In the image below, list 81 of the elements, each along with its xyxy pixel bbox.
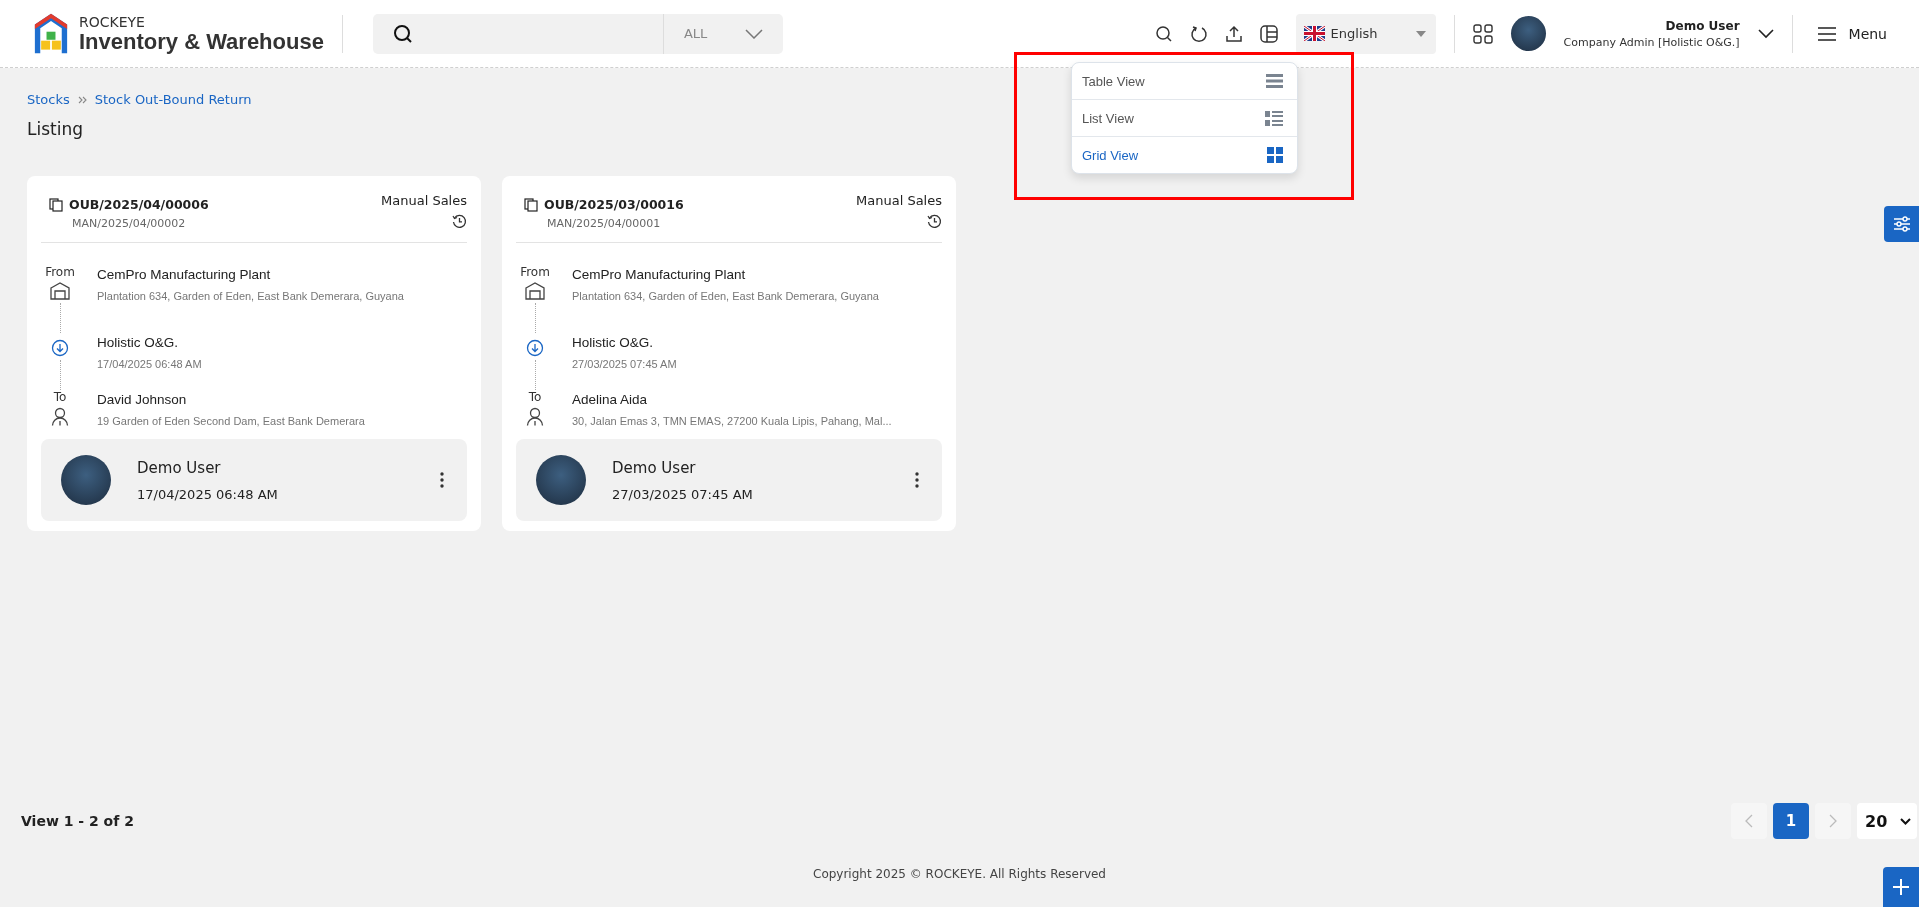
view-option[interactable]: List View	[1072, 99, 1297, 136]
origin-name: CemPro Manufacturing Plant	[572, 267, 747, 282]
chevron-left-icon	[1745, 814, 1753, 828]
copy-icon[interactable]	[49, 197, 63, 212]
layout-icon[interactable]	[1259, 24, 1278, 43]
history-icon[interactable]	[927, 214, 942, 229]
user-role: Company Admin [Holistic O&G.]	[1563, 35, 1740, 49]
recipient-name: Adelina Aida	[572, 392, 649, 407]
recipient-address: 30, Jalan Emas 3, TMN EMAS, 27200 Kuala Lipis, Pahang, Mal...	[572, 415, 892, 427]
arrow-down-circle-icon	[526, 339, 544, 357]
menu-button[interactable]: Menu	[1810, 24, 1893, 43]
user-name: Demo User	[1665, 18, 1740, 33]
copyright-text: Copyright 2025 © ROCKEYE. All Rights Reserved	[813, 867, 1106, 881]
creator-name: Demo User	[137, 458, 222, 477]
results-summary: View 1 - 2 of 2	[21, 813, 134, 829]
user-avatar	[536, 455, 586, 505]
refresh-icon[interactable]	[1189, 24, 1208, 43]
chevron-down-icon	[744, 28, 763, 39]
order-type: Manual Sales	[381, 193, 467, 208]
warehouse-icon	[525, 282, 545, 300]
order-type: Manual Sales	[856, 193, 942, 208]
created-time: 27/03/2025 07:45 AM	[612, 486, 754, 502]
page-button[interactable]: 1	[1773, 803, 1809, 839]
view-option[interactable]: Table View	[1072, 63, 1297, 99]
person-icon	[51, 407, 69, 426]
chevron-down-icon	[1900, 817, 1911, 825]
search-icon	[392, 23, 413, 44]
brand-name: ROCKEYE	[79, 13, 146, 30]
to-label: To	[53, 390, 67, 404]
caret-down-icon	[1415, 30, 1426, 37]
chevron-right-icon	[1829, 814, 1837, 828]
user-avatar	[61, 455, 111, 505]
arrow-down-circle-icon	[51, 339, 69, 357]
created-time: 17/04/2025 06:48 AM	[137, 486, 279, 502]
app-title: Inventory & Warehouse	[79, 29, 324, 54]
page-size-select[interactable]: 20	[1857, 803, 1917, 839]
creator-name: Demo User	[612, 458, 697, 477]
document-number: OUB/2025/04/00006	[69, 197, 209, 212]
person-icon	[526, 407, 544, 426]
warehouse-logo-icon	[33, 12, 69, 55]
from-label: From	[45, 265, 75, 279]
add-button[interactable]	[1883, 867, 1919, 907]
search-field[interactable]	[372, 13, 663, 54]
copy-icon[interactable]	[524, 197, 538, 212]
reference-number: MAN/2025/04/00002	[71, 217, 187, 230]
reference-number: MAN/2025/04/00001	[546, 217, 662, 230]
warehouse-icon	[50, 282, 70, 300]
timestamp: 17/04/2025 06:48 AM	[97, 358, 202, 370]
recipient-name: David Johnson	[97, 392, 188, 407]
rows-icon	[1266, 74, 1283, 88]
breadcrumb-link[interactable]: Stocks	[27, 92, 70, 107]
origin-name: CemPro Manufacturing Plant	[97, 267, 272, 282]
recipient-address: 19 Garden of Eden Second Dam, East Bank Demerara	[97, 415, 365, 427]
grid-icon	[1267, 147, 1283, 163]
more-options-icon[interactable]	[914, 471, 920, 489]
to-label: To	[528, 390, 542, 404]
double-chevron-icon	[77, 95, 87, 104]
page-title: Listing	[27, 119, 84, 139]
company-name: Holistic O&G.	[572, 335, 654, 350]
list-icon	[1265, 110, 1283, 126]
view-option[interactable]: Grid View	[1072, 136, 1297, 173]
apps-grid-icon[interactable]	[1472, 23, 1493, 44]
document-number: OUB/2025/03/00016	[544, 197, 684, 212]
filter-button[interactable]	[1884, 206, 1919, 242]
menu-icon	[1816, 25, 1837, 42]
company-name: Holistic O&G.	[97, 335, 179, 350]
history-icon[interactable]	[452, 214, 467, 229]
language-selector[interactable]: English	[1295, 13, 1436, 54]
search-icon[interactable]	[1154, 24, 1173, 43]
origin-address: Plantation 634, Garden of Eden, East Bank Demerara, Guyana	[97, 290, 404, 302]
breadcrumb-link[interactable]: Stock Out-Bound Return	[94, 92, 252, 107]
timestamp: 27/03/2025 07:45 AM	[572, 358, 677, 370]
from-label: From	[520, 265, 550, 279]
more-options-icon[interactable]	[439, 471, 445, 489]
sliders-icon	[1892, 216, 1911, 232]
upload-icon[interactable]	[1224, 24, 1243, 43]
origin-address: Plantation 634, Garden of Eden, East Bank Demerara, Guyana	[572, 290, 879, 302]
plus-icon	[1892, 878, 1910, 896]
chevron-down-icon[interactable]	[1757, 28, 1774, 39]
flag-icon	[1303, 26, 1325, 41]
user-avatar[interactable]	[1510, 16, 1546, 51]
